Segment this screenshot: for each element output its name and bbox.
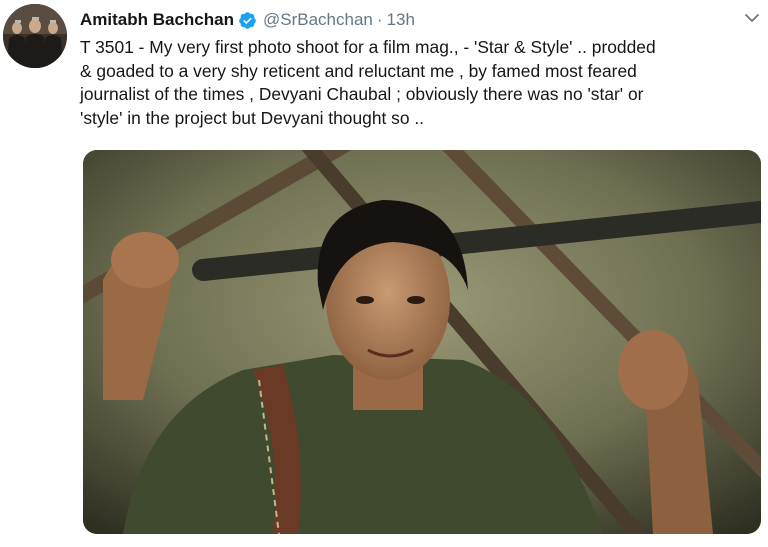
tweet-timestamp[interactable]: 13h (387, 10, 415, 30)
tweet-photo[interactable] (83, 150, 761, 534)
tweet-card: Amitabh Bachchan @SrBachchan · 13h T 350… (0, 0, 768, 547)
avatar-image (3, 4, 67, 68)
tweet-text-line: journalist of the times , Devyani Chauba… (80, 84, 644, 104)
author-handle[interactable]: @SrBachchan (263, 10, 373, 30)
author-name[interactable]: Amitabh Bachchan (80, 10, 234, 30)
tweet-text: T 3501 - My very first photo shoot for a… (80, 36, 760, 130)
tweet-text-line: & goaded to a very shy reticent and relu… (80, 60, 637, 81)
photo-image (83, 150, 761, 534)
verified-badge-icon (239, 11, 256, 29)
tweet-header: Amitabh Bachchan @SrBachchan · 13h (80, 8, 415, 32)
tweet-text-line: 'style' in the project but Devyani thoug… (80, 107, 425, 128)
header-separator: · (376, 10, 383, 29)
tweet-text-line: T 3501 - My very first photo shoot for a… (80, 37, 656, 57)
avatar[interactable] (3, 4, 67, 68)
chevron-down-icon[interactable] (744, 12, 760, 24)
